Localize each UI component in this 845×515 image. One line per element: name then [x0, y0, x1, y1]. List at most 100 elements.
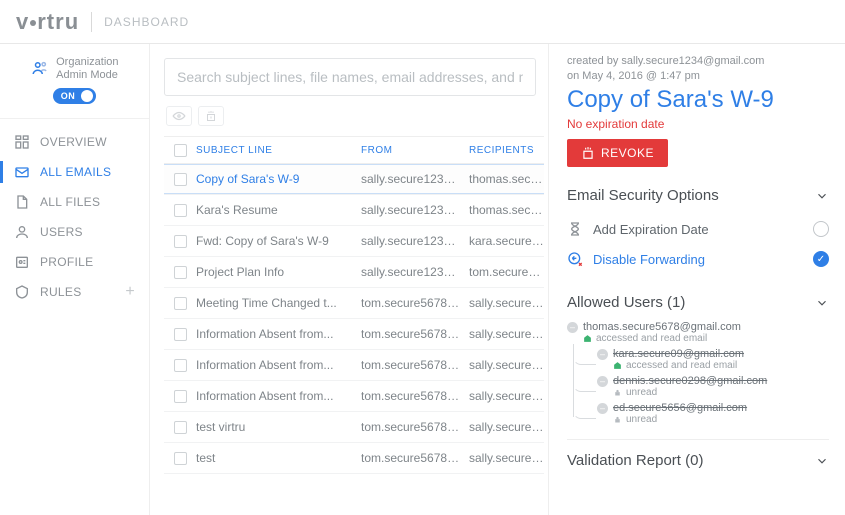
row-recipients: sally.secure1... — [469, 327, 544, 341]
row-subject: Copy of Sara's W-9 — [196, 172, 361, 186]
app-header: vrtru DASHBOARD — [0, 0, 845, 44]
sidebar-item-rules[interactable]: RULES+ — [0, 277, 149, 307]
table-row[interactable]: Information Absent from...tom.secure5678… — [164, 350, 544, 381]
revoke-button[interactable]: REVOKE — [567, 139, 668, 167]
revoke-icon — [581, 146, 595, 160]
sidebar-item-label: OVERVIEW — [40, 135, 107, 149]
filter-read-button[interactable] — [166, 106, 192, 126]
filter-revoked-button[interactable] — [198, 106, 224, 126]
row-recipients: sally.secure1... — [469, 420, 544, 434]
select-all-checkbox[interactable] — [174, 144, 187, 157]
allowed-users-header[interactable]: Allowed Users (1) — [567, 294, 829, 311]
add-expiration-label: Add Expiration Date — [593, 222, 709, 237]
user-status: accessed and read email — [596, 333, 707, 344]
remove-user-icon[interactable]: – — [597, 403, 608, 414]
table-row[interactable]: Information Absent from...tom.secure5678… — [164, 381, 544, 412]
row-subject: Information Absent from... — [196, 358, 361, 372]
row-checkbox[interactable] — [174, 421, 187, 434]
row-checkbox[interactable] — [174, 359, 187, 372]
row-checkbox[interactable] — [174, 390, 187, 403]
org-icon — [31, 59, 49, 80]
remove-user-icon[interactable]: – — [567, 322, 578, 333]
detail-panel: created by sally.secure1234@gmail.com on… — [548, 44, 845, 515]
forwarding-checked[interactable]: ✓ — [813, 251, 829, 267]
row-subject: Project Plan Info — [196, 265, 361, 279]
row-checkbox[interactable] — [174, 452, 187, 465]
table-row[interactable]: Project Plan Infosally.secure1234@g...to… — [164, 257, 544, 288]
row-recipients: kara.secure0... — [469, 234, 544, 248]
row-from: tom.secure5678@g... — [361, 389, 469, 403]
remove-user-icon[interactable]: – — [597, 376, 608, 387]
logo: vrtru — [16, 9, 79, 35]
email-table: SUBJECT LINE FROM RECIPIENTS Copy of Sar… — [164, 136, 544, 515]
user-status: unread — [626, 414, 657, 425]
remove-user-icon[interactable]: – — [597, 349, 608, 360]
mail-open-icon — [613, 361, 622, 370]
row-subject: Kara's Resume — [196, 203, 361, 217]
user-status: accessed and read email — [626, 360, 737, 371]
row-subject: Fwd: Copy of Sara's W-9 — [196, 234, 361, 248]
row-recipients: sally.secure1... — [469, 389, 544, 403]
lock-icon — [613, 388, 622, 397]
revoke-label: REVOKE — [601, 146, 654, 160]
add-expiration-option[interactable]: Add Expiration Date — [567, 214, 829, 244]
row-subject: Information Absent from... — [196, 327, 361, 341]
sidebar-item-label: ALL FILES — [40, 195, 100, 209]
user-status: unread — [626, 387, 657, 398]
row-from: sally.secure1234@g... — [361, 203, 469, 217]
user-email: thomas.secure5678@gmail.com — [583, 321, 829, 333]
user-node[interactable]: –ed.secure5656@gmail.comunread — [597, 402, 829, 425]
sidebar-item-overview[interactable]: OVERVIEW — [0, 127, 149, 157]
add-rule-icon[interactable]: + — [125, 283, 135, 301]
table-row[interactable]: Information Absent from...tom.secure5678… — [164, 319, 544, 350]
validation-report-header[interactable]: Validation Report (0) — [567, 452, 829, 469]
user-node[interactable]: –kara.secure09@gmail.comaccessed and rea… — [597, 348, 829, 371]
row-checkbox[interactable] — [174, 235, 187, 248]
row-from: tom.secure5678@g... — [361, 358, 469, 372]
sidebar-item-profile[interactable]: PROFILE — [0, 247, 149, 277]
row-subject: test — [196, 451, 361, 465]
table-row[interactable]: Fwd: Copy of Sara's W-9sally.secure1234@… — [164, 226, 544, 257]
table-row[interactable]: test virtrutom.secure5678@g...sally.secu… — [164, 412, 544, 443]
row-from: tom.secure5678@g... — [361, 296, 469, 310]
row-from: tom.secure5678@g... — [361, 327, 469, 341]
sidebar-item-label: ALL EMAILS — [40, 165, 111, 179]
row-checkbox[interactable] — [174, 173, 187, 186]
row-from: tom.secure5678@g... — [361, 420, 469, 434]
col-recipients[interactable]: RECIPIENTS — [469, 145, 544, 156]
user-email: kara.secure09@gmail.com — [613, 348, 829, 360]
sidebar-item-all-files[interactable]: ALL FILES — [0, 187, 149, 217]
row-subject: Information Absent from... — [196, 389, 361, 403]
disable-forwarding-option[interactable]: Disable Forwarding ✓ — [567, 244, 829, 274]
row-from: tom.secure5678@g... — [361, 451, 469, 465]
col-from[interactable]: FROM — [361, 145, 469, 156]
col-subject[interactable]: SUBJECT LINE — [196, 145, 361, 156]
user-node[interactable]: –dennis.secure0298@gmail.comunread — [597, 375, 829, 398]
table-row[interactable]: Meeting Time Changed t...tom.secure5678@… — [164, 288, 544, 319]
sidebar-item-users[interactable]: USERS — [0, 217, 149, 247]
row-checkbox[interactable] — [174, 266, 187, 279]
org-admin-mode: Organization Admin Mode ON — [0, 44, 149, 119]
user-node[interactable]: – thomas.secure5678@gmail.com accessed a… — [567, 321, 829, 344]
row-checkbox[interactable] — [174, 297, 187, 310]
security-options-header[interactable]: Email Security Options — [567, 187, 829, 204]
row-recipients: sally.secure1... — [469, 451, 544, 465]
row-from: sally.secure1234@g... — [361, 172, 469, 186]
row-recipients: thomas.secu... — [469, 172, 544, 186]
chevron-down-icon — [815, 454, 829, 468]
row-subject: Meeting Time Changed t... — [196, 296, 361, 310]
table-row[interactable]: Kara's Resumesally.secure1234@g...thomas… — [164, 195, 544, 226]
hourglass-icon — [567, 221, 583, 237]
row-checkbox[interactable] — [174, 328, 187, 341]
sidebar-item-label: USERS — [40, 225, 83, 239]
expiration-radio[interactable] — [813, 221, 829, 237]
search-input[interactable] — [164, 58, 536, 96]
org-mode-toggle[interactable]: ON — [53, 88, 97, 104]
user-email: ed.secure5656@gmail.com — [613, 402, 829, 414]
sidebar-item-all-emails[interactable]: ALL EMAILS — [0, 157, 149, 187]
user-email: dennis.secure0298@gmail.com — [613, 375, 829, 387]
table-row[interactable]: Copy of Sara's W-9sally.secure1234@g...t… — [164, 164, 544, 195]
sidebar-item-label: PROFILE — [40, 255, 93, 269]
table-row[interactable]: testtom.secure5678@g...sally.secure1... — [164, 443, 544, 474]
row-checkbox[interactable] — [174, 204, 187, 217]
